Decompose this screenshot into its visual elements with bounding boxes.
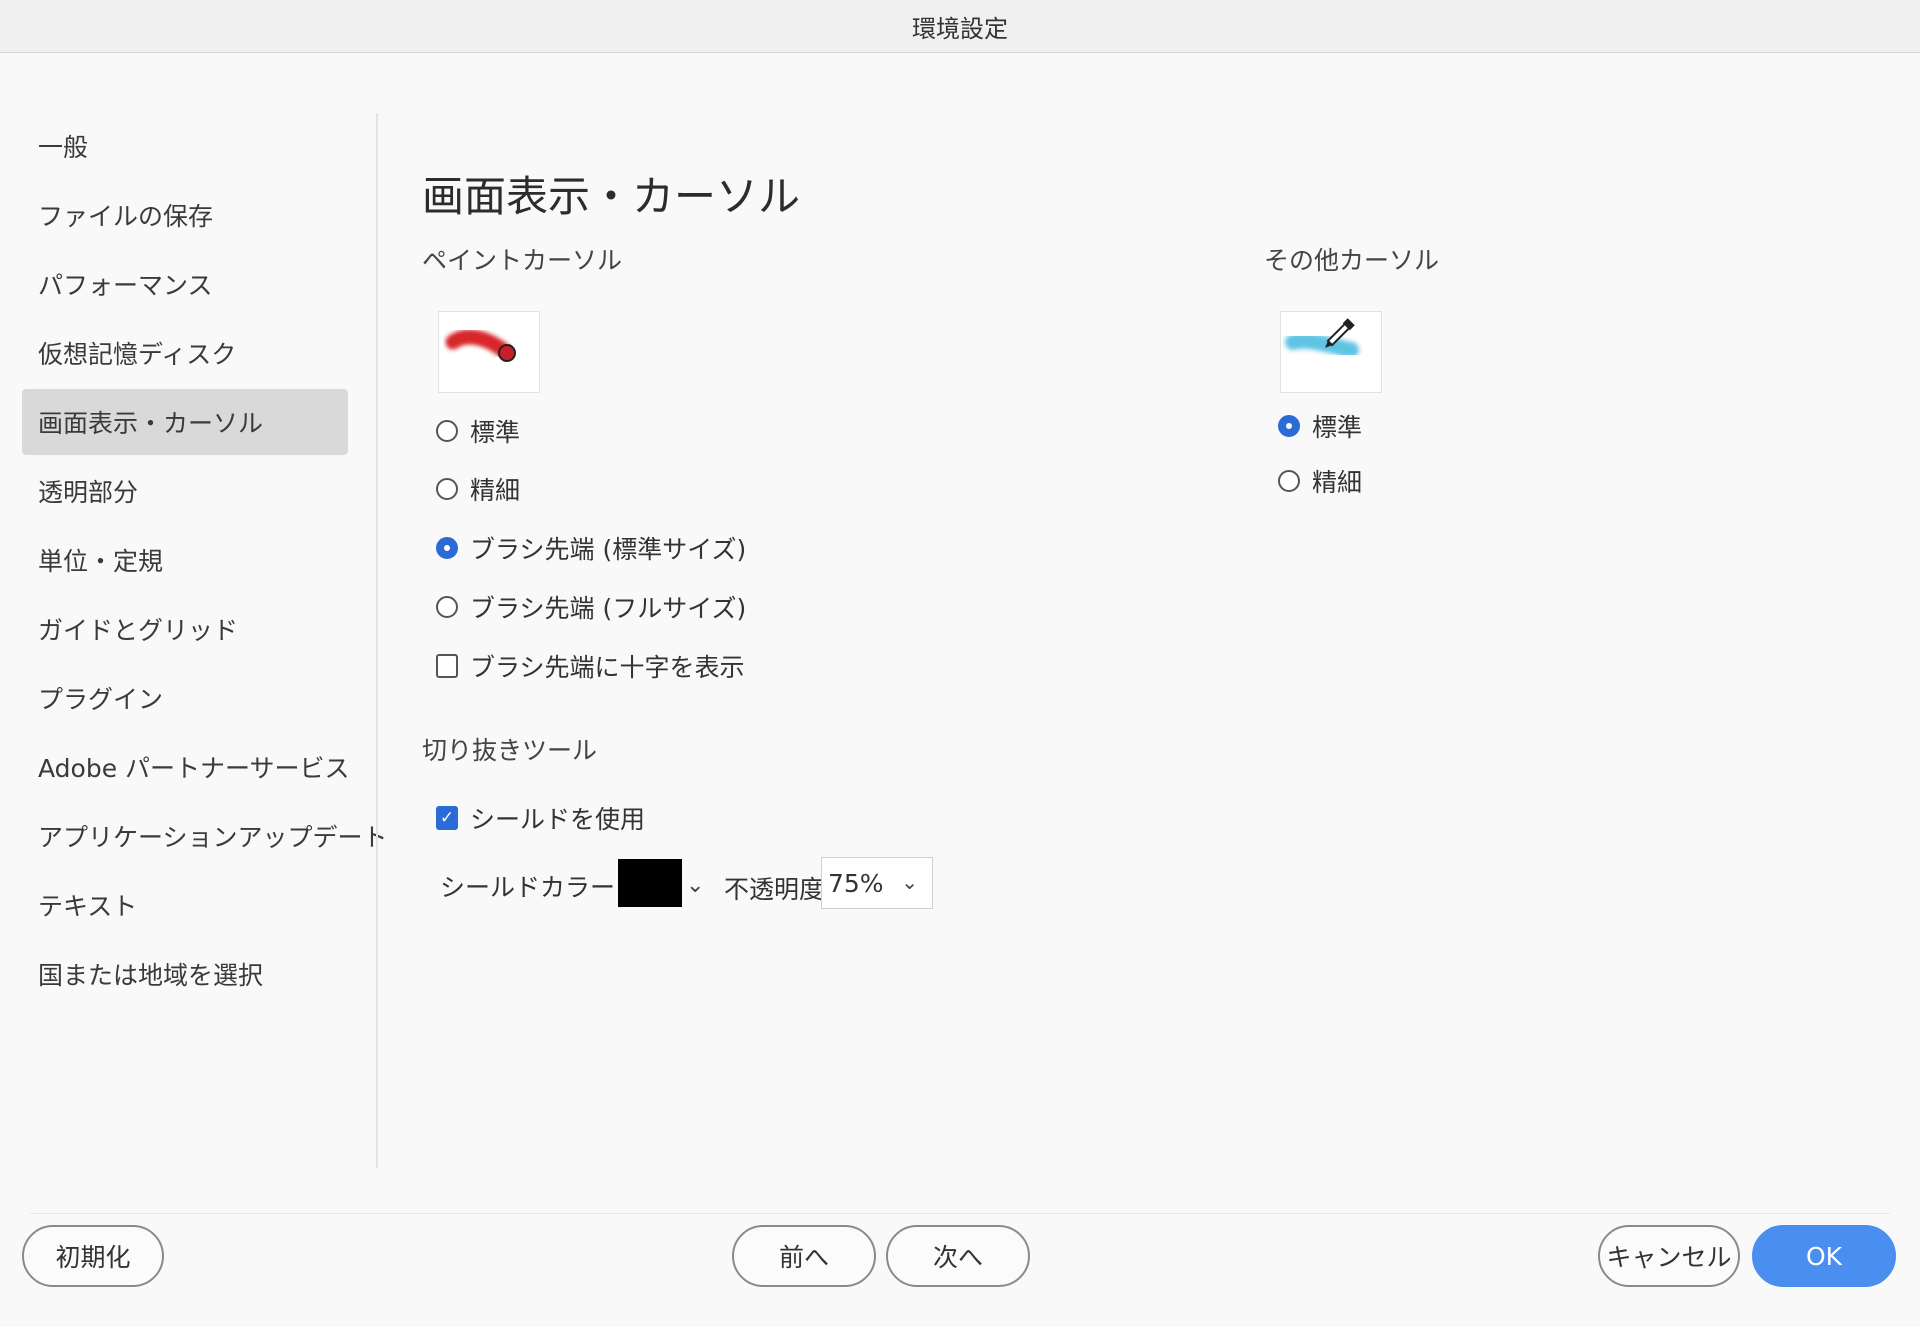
other-cursor-preview [1280, 311, 1382, 393]
sidebar-item-label: ファイルの保存 [38, 202, 214, 231]
option-label: シールドを使用 [470, 805, 646, 834]
sidebar-item-performance[interactable]: パフォーマンス [22, 251, 348, 317]
footer-divider [30, 1213, 1890, 1214]
sidebar-item-guides-grid[interactable]: ガイドとグリッド [22, 596, 348, 662]
paint-cursor-standard-radio[interactable]: 標準 [436, 413, 520, 449]
option-label: 標準 [1312, 413, 1363, 442]
crop-tool-label: 切り抜きツール [422, 736, 598, 765]
window-title-bar: 環境設定 [0, 0, 1920, 53]
opacity-select[interactable]: 75% ⌄ [821, 857, 933, 909]
opacity-label: 不透明度: [724, 875, 833, 904]
other-cursors-label: その他カーソル [1264, 246, 1440, 275]
reset-button[interactable]: 初期化 [22, 1225, 164, 1287]
brush-circle-cursor-icon [445, 329, 516, 362]
radio-indicator [1278, 470, 1300, 492]
sidebar-item-app-updates[interactable]: アプリケーションアップデート [22, 803, 388, 869]
radio-indicator [436, 420, 458, 442]
sidebar-item-region[interactable]: 国または地域を選択 [22, 941, 348, 1007]
show-crosshair-checkbox[interactable]: ブラシ先端に十字を表示 [436, 648, 745, 684]
next-button[interactable]: 次へ [886, 1225, 1030, 1287]
sidebar-item-label: テキスト [38, 892, 138, 921]
other-cursor-standard-radio[interactable]: 標準 [1278, 408, 1362, 444]
sidebar-item-plugins[interactable]: プラグイン [22, 665, 348, 731]
sidebar-item-label: プラグイン [38, 685, 164, 714]
option-label: ブラシ先端 (標準サイズ) [470, 535, 747, 564]
sidebar-item-label: アプリケーションアップデート [38, 823, 388, 852]
option-label: ブラシ先端に十字を表示 [470, 653, 745, 682]
checkbox-indicator: ✓ [436, 806, 458, 830]
checkbox-indicator [436, 654, 458, 678]
option-label: 精細 [470, 476, 521, 505]
radio-indicator [436, 478, 458, 500]
chevron-down-icon: ⌄ [901, 870, 918, 894]
sidebar-item-cursors[interactable]: 画面表示・カーソル [22, 389, 348, 455]
use-shield-checkbox[interactable]: ✓ シールドを使用 [436, 800, 645, 836]
radio-indicator [1278, 415, 1300, 437]
sidebar: 一般 ファイルの保存 パフォーマンス 仮想記憶ディスク 画面表示・カーソル 透明… [22, 113, 388, 1010]
page-title: 画面表示・カーソル [422, 172, 801, 221]
sidebar-item-scratch-disks[interactable]: 仮想記憶ディスク [22, 320, 348, 386]
radio-indicator [436, 537, 458, 559]
opacity-value: 75% [828, 868, 884, 898]
sidebar-item-label: 単位・定規 [38, 547, 164, 576]
sidebar-item-adobe-partner-services[interactable]: Adobe パートナーサービス [22, 734, 350, 800]
shield-color-swatch[interactable] [618, 859, 682, 907]
prev-button[interactable]: 前へ [732, 1225, 876, 1287]
sidebar-item-label: 仮想記憶ディスク [38, 340, 237, 369]
radio-indicator [436, 596, 458, 618]
sidebar-item-general[interactable]: 一般 [22, 113, 348, 179]
ok-button[interactable]: OK [1752, 1225, 1896, 1287]
eyedropper-cursor-icon [1285, 318, 1359, 358]
paint-cursor-precise-radio[interactable]: 精細 [436, 471, 520, 507]
main-panel: 画面表示・カーソル ペイントカーソル 標準 精細 ブラシ先端 (標準サイズ) ブ… [422, 113, 1882, 1163]
paint-cursors-label: ペイントカーソル [422, 246, 623, 275]
preferences-window: 一般 ファイルの保存 パフォーマンス 仮想記憶ディスク 画面表示・カーソル 透明… [0, 53, 1920, 1327]
paint-cursor-preview [438, 311, 540, 393]
other-cursor-precise-radio[interactable]: 精細 [1278, 463, 1362, 499]
paint-cursor-full-brush-tip-radio[interactable]: ブラシ先端 (フルサイズ) [436, 589, 746, 625]
option-label: 標準 [470, 418, 521, 447]
option-label: 精細 [1312, 468, 1363, 497]
sidebar-item-label: Adobe パートナーサービス [38, 754, 350, 783]
sidebar-divider [376, 113, 378, 1168]
sidebar-item-label: 透明部分 [38, 478, 139, 507]
sidebar-item-units-rulers[interactable]: 単位・定規 [22, 527, 348, 593]
sidebar-item-label: ガイドとグリッド [38, 616, 239, 645]
sidebar-item-file-handling[interactable]: ファイルの保存 [22, 182, 348, 248]
window-title: 環境設定 [912, 14, 1008, 43]
sidebar-item-label: 画面表示・カーソル [38, 409, 264, 438]
shield-color-label: シールドカラー : [440, 873, 632, 902]
paint-cursor-normal-brush-tip-radio[interactable]: ブラシ先端 (標準サイズ) [436, 530, 746, 566]
sidebar-item-label: 国または地域を選択 [38, 961, 264, 990]
chevron-down-icon[interactable]: ⌄ [686, 873, 704, 898]
sidebar-item-text[interactable]: テキスト [22, 872, 348, 938]
sidebar-item-label: 一般 [38, 133, 89, 162]
sidebar-item-label: パフォーマンス [38, 271, 213, 300]
option-label: ブラシ先端 (フルサイズ) [470, 594, 747, 623]
sidebar-item-transparency[interactable]: 透明部分 [22, 458, 348, 524]
cancel-button[interactable]: キャンセル [1598, 1225, 1740, 1287]
